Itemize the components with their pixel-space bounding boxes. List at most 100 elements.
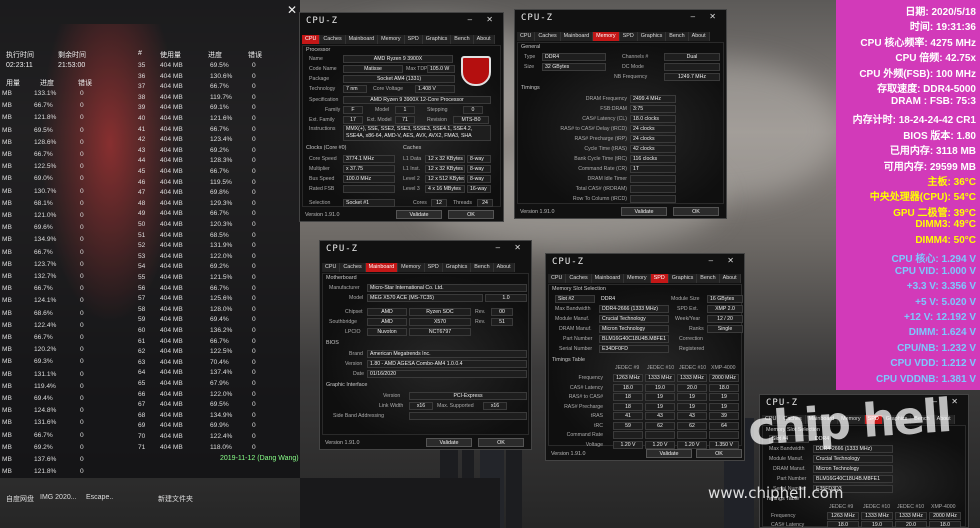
revision-label: Revision [427,117,447,123]
tab-cpu[interactable]: CPU [302,35,321,44]
tab-memory[interactable]: Memory [624,274,651,283]
table-row-label: Frequency [578,375,603,381]
l1i-label: L1 Inst. [403,166,421,172]
table-cell-mb: 404 MB [160,263,183,271]
window-controls-icon[interactable]: – ✕ [691,12,722,21]
tab-about[interactable]: About [473,35,495,44]
table-cell-errors: 0 [252,433,256,440]
bios-brand-value: American Megatrends Inc. [367,350,527,358]
southbridge-rev-label: Rev. [475,319,486,325]
tab-spd[interactable]: SPD [650,274,669,283]
table-cell-p: 129.3% [210,199,233,207]
table-row: 47 404 MB 69.8% 0 [0,189,300,199]
validate-button[interactable]: Validate [621,207,667,216]
codename-label: Code Name [309,66,337,72]
table-row: 69 404 MB 69.9% 0 [0,422,300,432]
table-cell: 18.0 [709,383,739,392]
tab-graphics[interactable]: Graphics [422,35,452,44]
table-cell-p: 66.7% [210,210,229,218]
table-cell-mb: 404 MB [160,146,183,154]
southbridge-model: X570 [409,318,471,326]
ok-button[interactable]: OK [478,438,524,447]
table-cell: 1333 MHz [861,512,893,520]
timing-label: CAS# Latency (CL) [582,116,627,122]
table-cell-n: 59 [138,316,146,324]
table-cell-errors: 0 [252,62,256,69]
table-cell-mb: 404 MB [160,157,183,165]
col-header-elapsed: 执行时间 [6,52,34,59]
chiphell-logo: chip hell [746,388,952,456]
model-label: Model [349,295,364,301]
tab-spd[interactable]: SPD [404,35,423,44]
memtest-window: ✕ 执行时间 剩余时间 02:23:11 21:53:00 用量 进度 错误 #… [0,0,300,478]
tab-caches[interactable]: Caches [340,263,366,272]
tab-caches[interactable]: Caches [535,32,561,41]
validate-button[interactable]: Validate [396,210,442,219]
table-cell-errors: 0 [252,316,256,324]
table-cell-n: 35 [138,62,146,69]
tab-mainboard[interactable]: Mainboard [365,263,399,272]
tab-graphics[interactable]: Graphics [637,32,667,41]
timing-value: 24 clocks [630,125,676,133]
window-controls-icon[interactable]: – ✕ [709,256,740,265]
socket-select[interactable]: Socket #1 [343,199,395,207]
tab-cpu[interactable]: CPU [548,274,567,283]
tab-mainboard[interactable]: Mainboard [560,32,594,41]
tab-bench[interactable]: Bench [666,32,689,41]
ok-button[interactable]: OK [448,210,494,219]
l3-value: 4 x 16 MBytes [425,185,465,193]
table-cell-p: 120.3% [210,221,233,228]
memory-panel: General Type DDR4 Channels # Dual Size 3… [517,42,724,204]
modmanuf-label: Module Manuf. [555,316,590,322]
tab-bench[interactable]: Bench [471,263,494,272]
validate-button[interactable]: Validate [426,438,472,447]
tab-memory[interactable]: Memory [593,32,620,41]
desktop-icon-img[interactable]: IMG 2020... [40,494,77,501]
desktop-icon-escape[interactable]: Escape.. [86,494,113,501]
tab-about[interactable]: About [493,263,515,272]
tab-bench[interactable]: Bench [697,274,720,283]
bios-brand-label: Brand [349,351,363,357]
sensor-reading: CPU VDDNB: 1.381 V [875,373,976,385]
tab-spd[interactable]: SPD [619,32,638,41]
sensor-reading: CPU 核心: 1.294 V [891,254,976,266]
window-controls-icon[interactable]: – ✕ [496,243,527,252]
tab-graphics[interactable]: Graphics [668,274,698,283]
timing-value: 18.0 clocks [630,115,676,123]
tab-graphics[interactable]: Graphics [442,263,472,272]
version-label: Version 1.91.0 [520,209,555,215]
tab-bench[interactable]: Bench [451,35,474,44]
window-controls-icon[interactable]: – ✕ [468,15,499,24]
tab-memory[interactable]: Memory [398,263,425,272]
tab-cpu[interactable]: CPU [517,32,536,41]
table-header: JEDEC #9 [829,504,854,510]
desktop-icon-baidu[interactable]: 自度网盘 [6,494,34,504]
slot-select[interactable]: Slot #2 [555,295,595,303]
ok-button[interactable]: OK [696,449,742,458]
table-cell-p: 122.0% [210,252,233,260]
table-cell-n: 69 [138,422,146,430]
tab-spd[interactable]: SPD [424,263,443,272]
tab-about[interactable]: About [719,274,741,283]
table-cell-n: 58 [138,305,146,313]
sba-value [409,412,527,420]
general-group: General [521,44,541,50]
tab-caches[interactable]: Caches [566,274,592,283]
close-icon[interactable]: ✕ [287,4,297,16]
tab-caches[interactable]: Caches [320,35,346,44]
timing-value: 24 clocks [630,135,676,143]
table-cell-mb: 404 MB [160,337,183,345]
sensor-reading: 主板: 36°C [927,176,976,188]
tab-mainboard[interactable]: Mainboard [591,274,625,283]
table-cell-errors: 0 [252,401,256,409]
desktop-icon-new-folder[interactable]: 新建文件夹 [158,494,193,504]
ok-button[interactable]: OK [673,207,719,216]
tab-about[interactable]: About [688,32,710,41]
tab-mainboard[interactable]: Mainboard [345,35,379,44]
technology-value: 7 nm [343,85,367,93]
tab-memory[interactable]: Memory [378,35,405,44]
validate-button[interactable]: Validate [646,449,692,458]
tab-cpu[interactable]: CPU [322,263,341,272]
southbridge-rev-value: 51 [491,318,513,326]
l2-label: Level 2 [403,176,420,182]
